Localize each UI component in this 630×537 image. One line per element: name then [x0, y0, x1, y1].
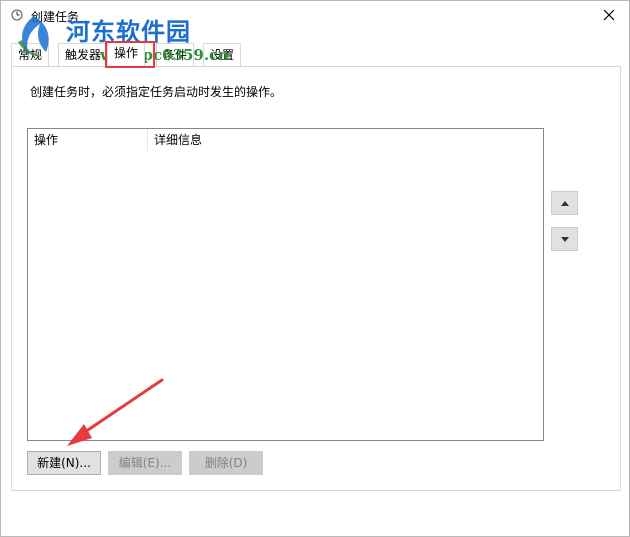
tab-conditions-label: 条件: [163, 48, 188, 62]
tab-general[interactable]: 常规: [11, 43, 50, 66]
triangle-down-icon: [560, 236, 569, 242]
move-down-button[interactable]: [551, 227, 578, 251]
create-task-window: 创建任务 常规 触发器 操作 条件 设置 创建任务时，必须指定任务启动时发生的操…: [0, 0, 630, 537]
triangle-up-icon: [560, 200, 569, 206]
window-title: 创建任务: [31, 10, 80, 24]
column-header-action[interactable]: 操作: [28, 129, 147, 151]
close-icon: [603, 9, 615, 21]
tab-triggers[interactable]: 触发器: [58, 43, 109, 66]
new-button[interactable]: 新建(N)...: [27, 451, 101, 475]
edit-button[interactable]: 编辑(E)...: [108, 451, 182, 475]
column-header-details[interactable]: 详细信息: [148, 129, 538, 151]
actions-list[interactable]: 操作 详细信息: [27, 128, 544, 441]
tab-settings-label: 设置: [210, 48, 235, 62]
tab-general-label: 常规: [18, 48, 43, 62]
list-header: 操作 详细信息: [28, 129, 543, 151]
tab-actions-label: 操作: [114, 46, 139, 60]
title-bar: 创建任务: [1, 1, 629, 31]
clock-icon: [11, 9, 23, 21]
tab-triggers-label: 触发器: [65, 48, 102, 62]
tab-strip: 常规 触发器 操作 条件 设置: [11, 41, 621, 67]
close-button[interactable]: [595, 3, 623, 27]
tab-conditions[interactable]: 条件: [156, 43, 195, 66]
tab-settings[interactable]: 设置: [203, 43, 242, 66]
delete-button[interactable]: 删除(D): [189, 451, 263, 475]
move-up-button[interactable]: [551, 191, 578, 215]
panel-description: 创建任务时，必须指定任务启动时发生的操作。: [30, 85, 283, 99]
actions-panel: 创建任务时，必须指定任务启动时发生的操作。 操作 详细信息 新建(N)... 编…: [11, 66, 621, 491]
tab-actions[interactable]: 操作: [107, 41, 146, 66]
